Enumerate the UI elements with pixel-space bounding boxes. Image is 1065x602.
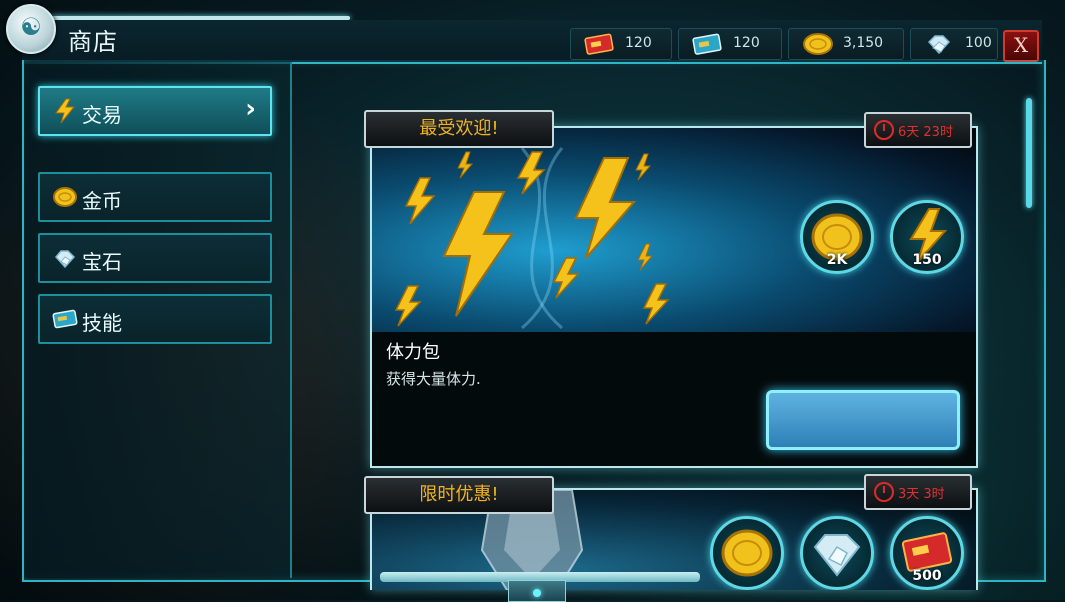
offer-tag: 限时优惠!	[364, 476, 554, 514]
gold-coin-icon	[53, 187, 77, 207]
offer-timer-text: 3天 3时	[898, 487, 945, 502]
diamond-icon	[927, 35, 951, 55]
sidebar-item-label: 技能	[82, 311, 122, 335]
clock-icon	[874, 482, 894, 502]
buy-button[interactable]	[766, 390, 960, 450]
footer-handle[interactable]	[508, 580, 566, 602]
reward-amount: 2K	[826, 252, 848, 268]
currency-blue-card[interactable]: 120	[678, 28, 782, 60]
offer-card[interactable]: 2K 150 体力包 获得大量体力.	[370, 126, 978, 468]
currency-diamond[interactable]: 100	[910, 28, 998, 60]
blue-card-count: 120	[733, 35, 760, 51]
gold-count: 3,150	[843, 35, 884, 51]
offer-timer: 3天 3时	[864, 474, 972, 510]
lightning-icon	[55, 98, 76, 124]
offer-tag-label: 限时优惠!	[419, 484, 499, 505]
reward-gold: 2K	[800, 200, 874, 274]
blue-card-icon	[692, 33, 722, 55]
diamond-count: 100	[965, 35, 992, 51]
clock-icon	[874, 120, 894, 140]
offer-description: 获得大量体力.	[386, 370, 481, 388]
reward-amount: 500	[912, 568, 942, 584]
red-card-count: 120	[625, 35, 652, 51]
currency-gold[interactable]: 3,150	[788, 28, 904, 60]
sidebar-item-label: 金币	[82, 189, 122, 213]
offer-tag: 最受欢迎!	[364, 110, 554, 148]
red-card-icon	[584, 33, 614, 55]
offer-tag-label: 最受欢迎!	[419, 118, 499, 139]
gem-icon	[55, 250, 76, 269]
sidebar-item-gold[interactable]: 金币	[38, 172, 272, 222]
currency-red-card[interactable]: 120	[570, 28, 672, 60]
chevron-right-icon: ›	[245, 94, 256, 124]
game-logo-icon[interactable]: ☯	[6, 4, 56, 54]
reward-gold	[710, 516, 784, 590]
sidebar-item-label: 宝石	[82, 250, 122, 274]
sidebar-item-label: 交易	[82, 103, 122, 127]
reward-energy: 150	[890, 200, 964, 274]
offer-banner-image	[372, 128, 976, 332]
reward-red-card: 500	[890, 516, 964, 590]
scrollbar[interactable]	[1026, 98, 1032, 208]
page-title: 商店	[68, 28, 118, 56]
energy-bolts-illustration	[394, 147, 670, 330]
sidebar-item-skills[interactable]: 技能	[38, 294, 272, 344]
offer-timer: 6天 23时	[864, 112, 972, 148]
offer-name: 体力包	[386, 342, 440, 363]
reward-amount: 150	[912, 252, 942, 268]
skill-card-icon	[52, 309, 78, 329]
sidebar-item-gems[interactable]: 宝石	[38, 233, 272, 283]
diamond-icon	[813, 534, 861, 577]
gold-coin-icon	[803, 33, 833, 55]
offer-timer-text: 6天 23时	[898, 125, 953, 140]
close-button[interactable]: X	[1003, 30, 1039, 62]
reward-diamond	[800, 516, 874, 590]
sidebar-item-trade[interactable]: 交易 ›	[38, 86, 272, 136]
gold-coin-icon	[721, 529, 773, 577]
